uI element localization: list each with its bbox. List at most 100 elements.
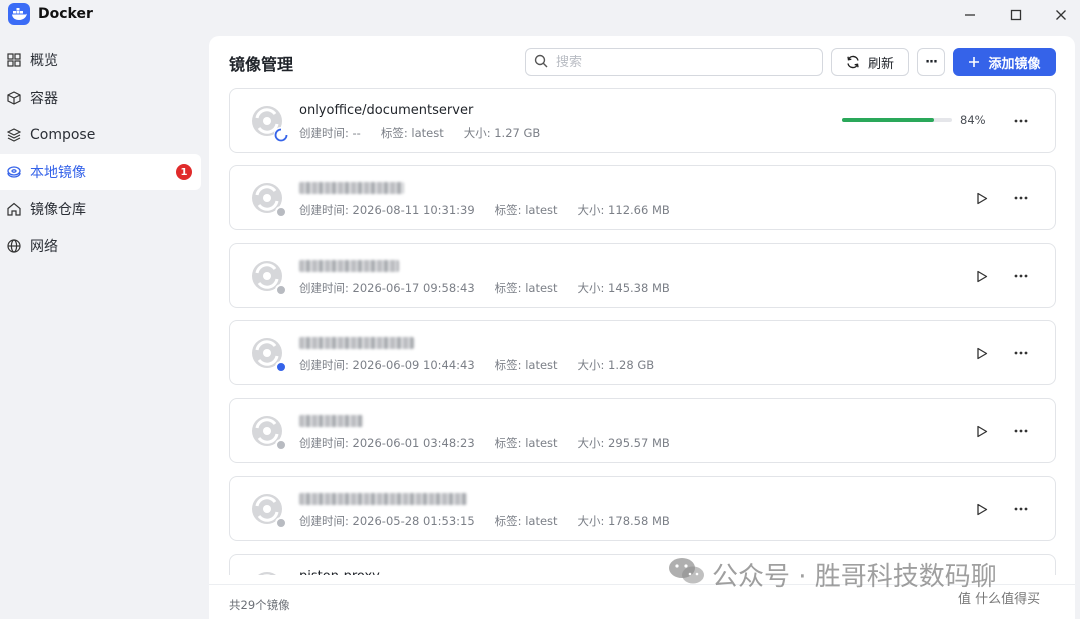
image-disc-icon xyxy=(249,569,285,575)
play-icon[interactable] xyxy=(973,500,991,518)
play-icon[interactable] xyxy=(973,344,991,362)
status-dot xyxy=(275,284,287,296)
pull-progress-fill xyxy=(842,118,935,122)
sidebar-item-overview[interactable]: 概览 xyxy=(0,42,201,78)
more-icon[interactable] xyxy=(1010,111,1032,131)
watermark-text: 公众号 · 胜哥科技数码聊 xyxy=(712,562,997,592)
image-tag: 标签: latest xyxy=(494,281,558,295)
page-title: 镜像管理 xyxy=(229,55,294,74)
grid-icon xyxy=(6,52,22,68)
image-meta: 创建时间: 2026-06-01 03:48:23 标签: latest 大小:… xyxy=(299,435,670,451)
image-card[interactable]: 创建时间: 2026-06-01 03:48:23 标签: latest 大小:… xyxy=(229,398,1056,463)
app-title: Docker xyxy=(38,6,93,22)
refresh-button[interactable]: 刷新 xyxy=(831,48,909,76)
sidebar-item-network[interactable]: 网络 xyxy=(0,228,201,264)
image-created: 创建时间: 2026-06-09 10:44:43 xyxy=(299,358,475,372)
image-card[interactable]: 创建时间: 2026-06-17 09:58:43 标签: latest 大小:… xyxy=(229,243,1056,308)
image-name: piston-proxy xyxy=(299,569,380,575)
image-name-redacted xyxy=(299,182,404,194)
sidebar-item-local-images[interactable]: 本地镜像 1 xyxy=(0,154,201,190)
watermark: 公众号 · 胜哥科技数码聊 xyxy=(668,556,997,593)
pull-progress-text: 84% xyxy=(960,113,986,127)
status-dot-running xyxy=(275,361,287,373)
image-name-redacted xyxy=(299,337,414,349)
disc-icon xyxy=(6,164,22,180)
image-name-redacted xyxy=(299,260,399,272)
image-size: 大小: 295.57 MB xyxy=(577,436,670,450)
sidebar-item-label: 镜像仓库 xyxy=(30,202,86,218)
image-created: 创建时间: 2026-06-17 09:58:43 xyxy=(299,281,475,295)
notification-badge: 1 xyxy=(176,164,192,180)
search-input[interactable] xyxy=(556,54,796,70)
image-size: 大小: 1.27 GB xyxy=(463,126,541,140)
search-box[interactable] xyxy=(525,48,823,76)
image-card[interactable]: onlyoffice/documentserver 创建时间: -- 标签: l… xyxy=(229,88,1056,153)
image-list: onlyoffice/documentserver 创建时间: -- 标签: l… xyxy=(229,88,1056,575)
more-icon[interactable] xyxy=(1010,343,1032,363)
refresh-label: 刷新 xyxy=(867,56,894,72)
more-actions-button[interactable]: ··· xyxy=(917,48,945,76)
sidebar-item-label: 容器 xyxy=(30,91,58,107)
image-size: 大小: 178.58 MB xyxy=(577,514,670,528)
status-dot xyxy=(275,517,287,529)
image-card[interactable]: 创建时间: 2026-06-09 10:44:43 标签: latest 大小:… xyxy=(229,320,1056,385)
image-meta: 创建时间: 2026-08-11 10:31:39 标签: latest 大小:… xyxy=(299,202,670,218)
play-icon[interactable] xyxy=(973,422,991,440)
image-meta: 创建时间: -- 标签: latest 大小: 1.27 GB xyxy=(299,125,540,141)
play-icon[interactable] xyxy=(973,267,991,285)
plus-icon xyxy=(968,56,980,68)
image-created: 创建时间: 2026-06-01 03:48:23 xyxy=(299,436,475,450)
more-icon[interactable] xyxy=(1010,188,1032,208)
cube-icon xyxy=(6,90,22,106)
more-icon[interactable] xyxy=(1010,421,1032,441)
image-card[interactable]: 创建时间: 2026-08-11 10:31:39 标签: latest 大小:… xyxy=(229,165,1056,230)
image-tag: 标签: latest xyxy=(494,436,558,450)
watermark-sub: 值 什么值得买 xyxy=(958,592,1041,607)
play-icon[interactable] xyxy=(973,189,991,207)
image-tag: 标签: latest xyxy=(494,203,558,217)
title-bar: Docker xyxy=(0,0,1080,32)
add-image-label: 添加镜像 xyxy=(988,56,1041,72)
image-tag: 标签: latest xyxy=(380,126,444,140)
globe-icon xyxy=(6,238,22,254)
image-created: 创建时间: 2026-05-28 01:53:15 xyxy=(299,514,475,528)
image-name-redacted xyxy=(299,415,363,427)
image-name: onlyoffice/documentserver xyxy=(299,103,474,118)
sidebar-item-compose[interactable]: Compose xyxy=(0,117,201,153)
image-size: 大小: 1.28 GB xyxy=(577,358,655,372)
sidebar-item-label: 概览 xyxy=(30,53,58,69)
image-card[interactable]: 创建时间: 2026-05-28 01:53:15 标签: latest 大小:… xyxy=(229,476,1056,541)
refresh-icon xyxy=(846,55,860,69)
image-size: 大小: 112.66 MB xyxy=(577,203,670,217)
image-meta: 创建时间: 2026-06-17 09:58:43 标签: latest 大小:… xyxy=(299,280,670,296)
image-name-redacted xyxy=(299,493,467,505)
more-icon[interactable] xyxy=(1010,499,1032,519)
image-management-panel: 镜像管理 刷新 ··· 添加镜像 xyxy=(209,36,1075,619)
image-tag: 标签: latest xyxy=(494,514,558,528)
image-meta: 创建时间: 2026-06-09 10:44:43 标签: latest 大小:… xyxy=(299,357,654,373)
docker-logo-icon xyxy=(8,3,30,25)
image-size: 大小: 145.38 MB xyxy=(577,281,670,295)
search-icon xyxy=(534,53,548,72)
close-button[interactable] xyxy=(1048,4,1074,26)
minimize-button[interactable] xyxy=(957,4,983,26)
loading-spinner-icon xyxy=(274,127,288,142)
image-tag: 标签: latest xyxy=(494,358,558,372)
sidebar-item-registry[interactable]: 镜像仓库 xyxy=(0,191,201,227)
sidebar-item-containers[interactable]: 容器 xyxy=(0,80,201,116)
maximize-button[interactable] xyxy=(1003,4,1029,26)
sidebar-item-label: 本地镜像 xyxy=(30,165,86,181)
add-image-button[interactable]: 添加镜像 xyxy=(953,48,1056,76)
more-icon[interactable] xyxy=(1010,266,1032,286)
image-created: 创建时间: -- xyxy=(299,126,361,140)
layers-icon xyxy=(6,127,22,143)
wechat-icon xyxy=(668,556,706,593)
home-icon xyxy=(6,201,22,217)
image-created: 创建时间: 2026-08-11 10:31:39 xyxy=(299,203,475,217)
sidebar-item-label: Compose xyxy=(30,127,96,143)
status-dot xyxy=(275,206,287,218)
pull-progress-bar xyxy=(842,118,952,122)
image-meta: 创建时间: 2026-05-28 01:53:15 标签: latest 大小:… xyxy=(299,513,670,529)
status-dot xyxy=(275,439,287,451)
sidebar-item-label: 网络 xyxy=(30,239,58,255)
